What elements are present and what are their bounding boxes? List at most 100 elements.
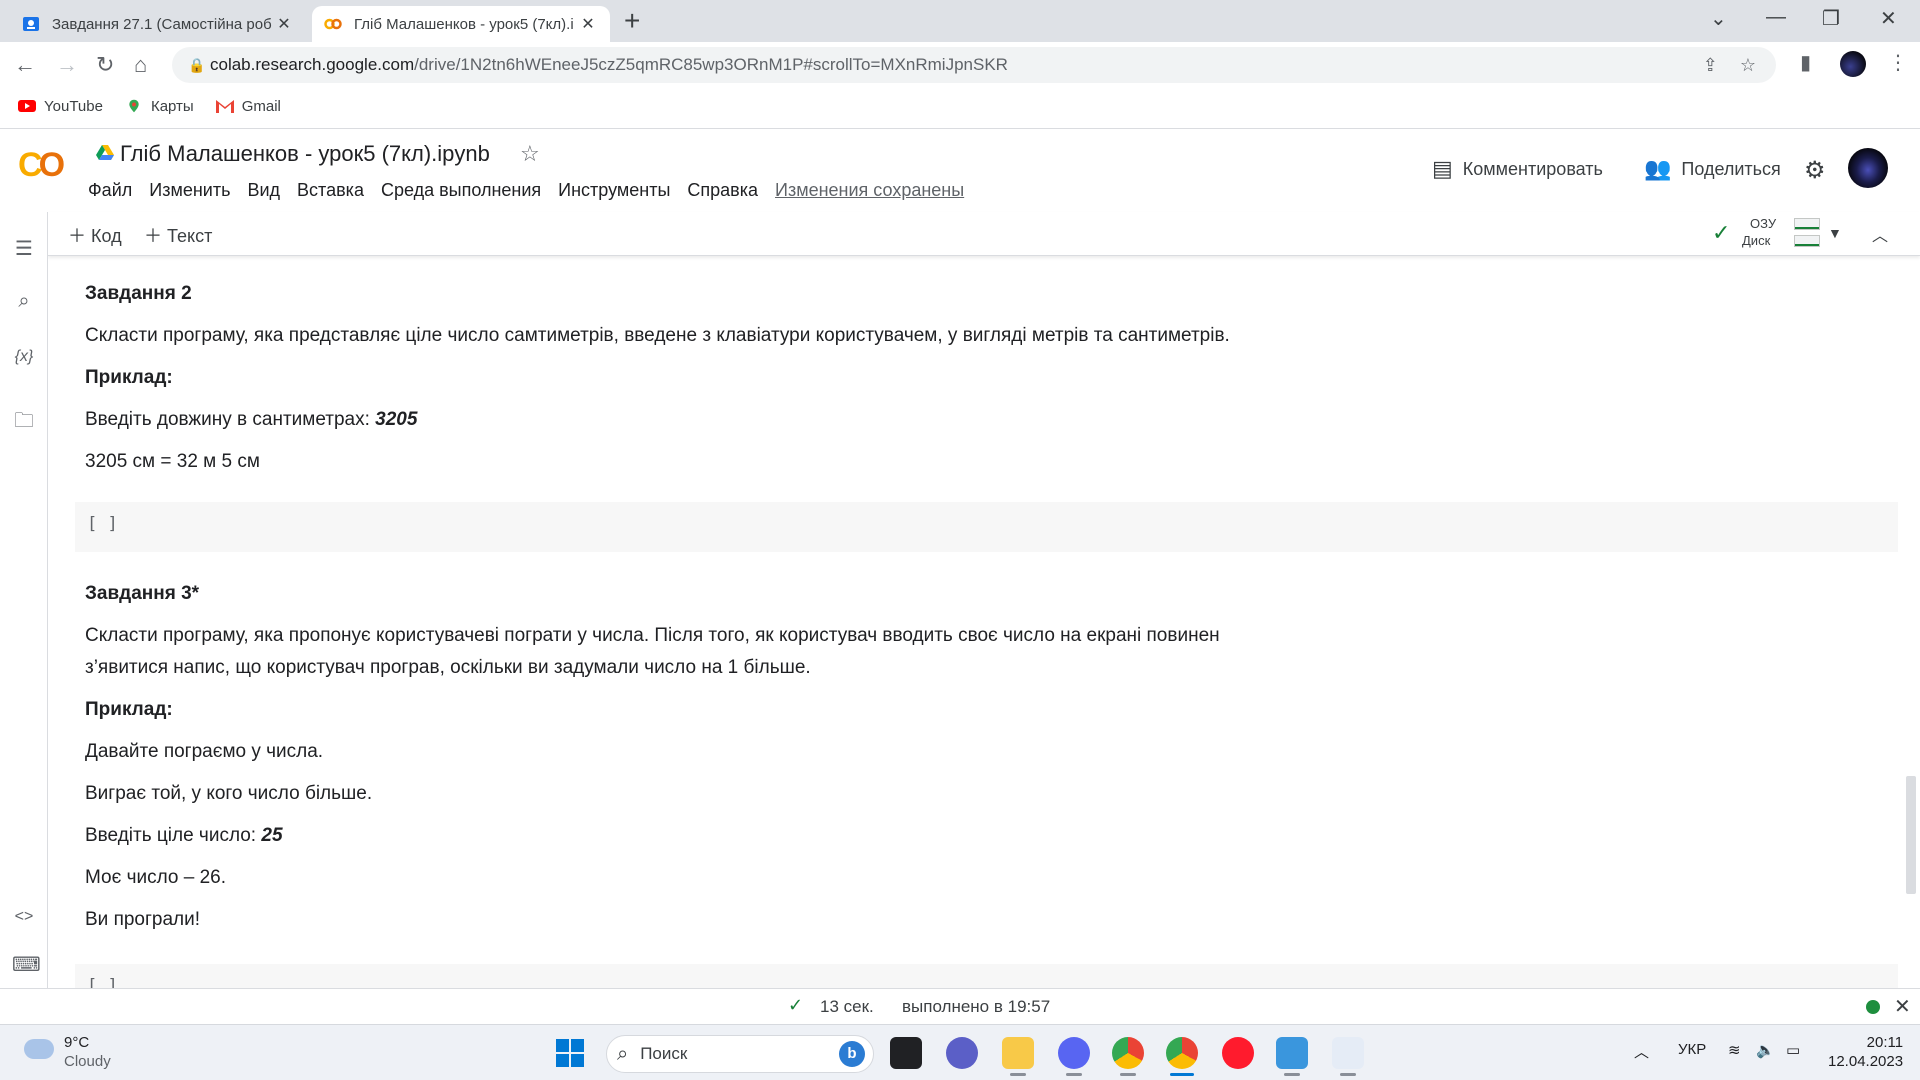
star-notebook-icon[interactable]: ☆ <box>520 141 540 167</box>
url-bar[interactable]: 🔒 colab.research.google.com/drive/1N2tn6… <box>172 47 1776 83</box>
disk-usage-bar <box>1794 235 1820 247</box>
add-code-label: Код <box>91 226 122 246</box>
close-tab-icon[interactable]: ✕ <box>578 14 598 34</box>
show-hidden-icons-chevron-icon[interactable]: ︿ <box>1634 1041 1649 1062</box>
account-avatar[interactable] <box>1848 148 1888 188</box>
task2-heading: Завдання 2 <box>85 283 192 304</box>
header-divider <box>0 128 1920 129</box>
runtime-dropdown-icon[interactable]: ▼ <box>1828 225 1842 241</box>
language-indicator[interactable]: УКР <box>1678 1041 1706 1058</box>
tab-colab[interactable]: Гліб Малашенков - урок5 (7кл).i ✕ <box>312 6 610 42</box>
menu-tools[interactable]: Инструменты <box>558 180 670 201</box>
menu-view[interactable]: Вид <box>247 180 280 201</box>
comment-label: Комментировать <box>1462 158 1603 179</box>
menu-help[interactable]: Справка <box>687 180 758 201</box>
tab-search-icon[interactable]: ⌄ <box>1710 6 1727 31</box>
saved-status-link[interactable]: Изменения сохранены <box>775 180 964 201</box>
colab-menu-bar: Файл Изменить Вид Вставка Среда выполнен… <box>88 180 964 201</box>
discord-icon[interactable] <box>1058 1037 1090 1069</box>
close-status-icon[interactable]: ✕ <box>1894 994 1911 1019</box>
weather-temp: 9°C <box>64 1034 90 1051</box>
bing-icon[interactable]: b <box>839 1041 865 1067</box>
reload-button[interactable]: ↻ <box>96 52 114 78</box>
variables-icon[interactable]: {x} <box>12 348 36 366</box>
run-cell-brackets[interactable]: [ ] <box>87 976 118 988</box>
teams-icon[interactable] <box>946 1037 978 1069</box>
execution-status-bar: ✓ 13 сек. выполнено в 19:57 ✕ <box>0 988 1920 1024</box>
search-icon: ⌕ <box>617 1042 629 1065</box>
volume-icon[interactable]: 🔈 <box>1756 1041 1775 1059</box>
task3-example-label: Приклад: <box>85 699 173 720</box>
code-snippets-icon[interactable]: <> <box>12 908 36 926</box>
google-drive-icon[interactable] <box>96 145 114 161</box>
code-cell[interactable]: [ ] <box>75 502 1898 552</box>
minimize-button[interactable]: — <box>1766 6 1786 29</box>
windows-start-icon[interactable] <box>556 1039 584 1067</box>
task-view-icon[interactable] <box>890 1037 922 1069</box>
weather-widget[interactable]: 9°C Cloudy <box>64 1033 111 1071</box>
code-cell[interactable]: [ ] <box>75 964 1898 988</box>
more-menu-icon[interactable]: ⋮ <box>1888 50 1908 75</box>
task3-heading: Завдання 3* <box>85 583 200 604</box>
restore-button[interactable]: ❐ <box>1822 6 1840 31</box>
taskbar-search-box[interactable]: ⌕ Поиск b <box>606 1035 874 1073</box>
close-window-button[interactable]: ✕ <box>1880 6 1897 31</box>
search-icon[interactable]: ⌕ <box>12 290 36 313</box>
bookmark-star-icon[interactable]: ☆ <box>1740 55 1756 76</box>
settings-gear-icon[interactable]: ⚙ <box>1804 156 1826 185</box>
run-cell-brackets[interactable]: [ ] <box>87 514 118 534</box>
lock-icon[interactable]: 🔒 <box>188 57 210 74</box>
comment-button[interactable]: ▤ Комментировать <box>1432 156 1603 182</box>
task2-prompt: Введіть довжину в сантиметрах: 3205 <box>85 409 418 430</box>
profile-avatar[interactable] <box>1840 51 1866 77</box>
taskbar-clock[interactable]: 20:11 12.04.2023 <box>1828 1033 1903 1071</box>
file-explorer-icon[interactable] <box>1002 1037 1034 1069</box>
running-indicator <box>1340 1073 1356 1076</box>
disk-label: Диск <box>1742 233 1771 248</box>
tab-classroom[interactable]: Завдання 27.1 (Самостійна роб ✕ <box>10 6 306 42</box>
bookmark-maps[interactable]: Карты <box>125 98 194 115</box>
photos-icon[interactable] <box>1276 1037 1308 1069</box>
opera-icon[interactable] <box>1222 1037 1254 1069</box>
share-button[interactable]: 👥 Поделиться <box>1644 156 1781 182</box>
collapse-header-icon[interactable]: ︿ <box>1872 222 1888 246</box>
menu-insert[interactable]: Вставка <box>297 180 364 201</box>
battery-icon[interactable]: ▭ <box>1786 1041 1800 1059</box>
menu-edit[interactable]: Изменить <box>149 180 230 201</box>
add-text-cell-button[interactable]: ＋ Текст <box>144 222 212 248</box>
cloud-icon[interactable] <box>24 1039 54 1059</box>
notebook-title[interactable]: Гліб Малашенков - урок5 (7кл).ipynb <box>120 141 490 167</box>
menu-file[interactable]: Файл <box>88 180 132 201</box>
home-button[interactable]: ⌂ <box>134 52 147 78</box>
weather-condition: Cloudy <box>64 1053 111 1070</box>
share-page-icon[interactable]: ⇪ <box>1703 55 1718 76</box>
maps-icon <box>129 99 139 113</box>
bookmarks-bar: YouTube Карты Gmail <box>0 92 281 120</box>
forward-button[interactable]: → <box>56 52 78 78</box>
task2-input-value: 3205 <box>375 409 418 430</box>
table-of-contents-icon[interactable]: ☰ <box>12 236 36 261</box>
chrome-active-icon[interactable] <box>1166 1037 1198 1069</box>
task3-input-value: 25 <box>261 825 283 846</box>
back-button[interactable]: ← <box>14 52 36 78</box>
clock-time: 20:11 <box>1866 1034 1904 1051</box>
new-tab-button[interactable]: + <box>624 7 640 35</box>
colab-logo[interactable]: CO <box>18 146 65 185</box>
youtube-icon <box>18 100 36 112</box>
add-text-label: Текст <box>167 226 213 246</box>
files-folder-icon[interactable]: 🗀 <box>12 406 36 440</box>
chrome-icon[interactable] <box>1112 1037 1144 1069</box>
classroom-icon <box>23 17 39 31</box>
side-panel-icon[interactable]: ▮ <box>1800 50 1811 75</box>
notebook-scrollbar[interactable] <box>1906 776 1916 894</box>
bookmark-youtube[interactable]: YouTube <box>18 98 103 115</box>
bookmark-label: Карты <box>150 97 194 115</box>
resources-indicator[interactable]: ✓ ОЗУ Диск <box>1712 214 1872 252</box>
snipping-tool-icon[interactable] <box>1332 1037 1364 1069</box>
command-palette-icon[interactable]: ⌨ <box>12 952 41 977</box>
menu-runtime[interactable]: Среда выполнения <box>381 180 541 201</box>
close-tab-icon[interactable]: ✕ <box>274 14 294 34</box>
wifi-icon[interactable]: ≋ <box>1728 1041 1741 1059</box>
add-code-cell-button[interactable]: ＋ Код <box>68 222 122 248</box>
bookmark-gmail[interactable]: Gmail <box>215 98 281 115</box>
